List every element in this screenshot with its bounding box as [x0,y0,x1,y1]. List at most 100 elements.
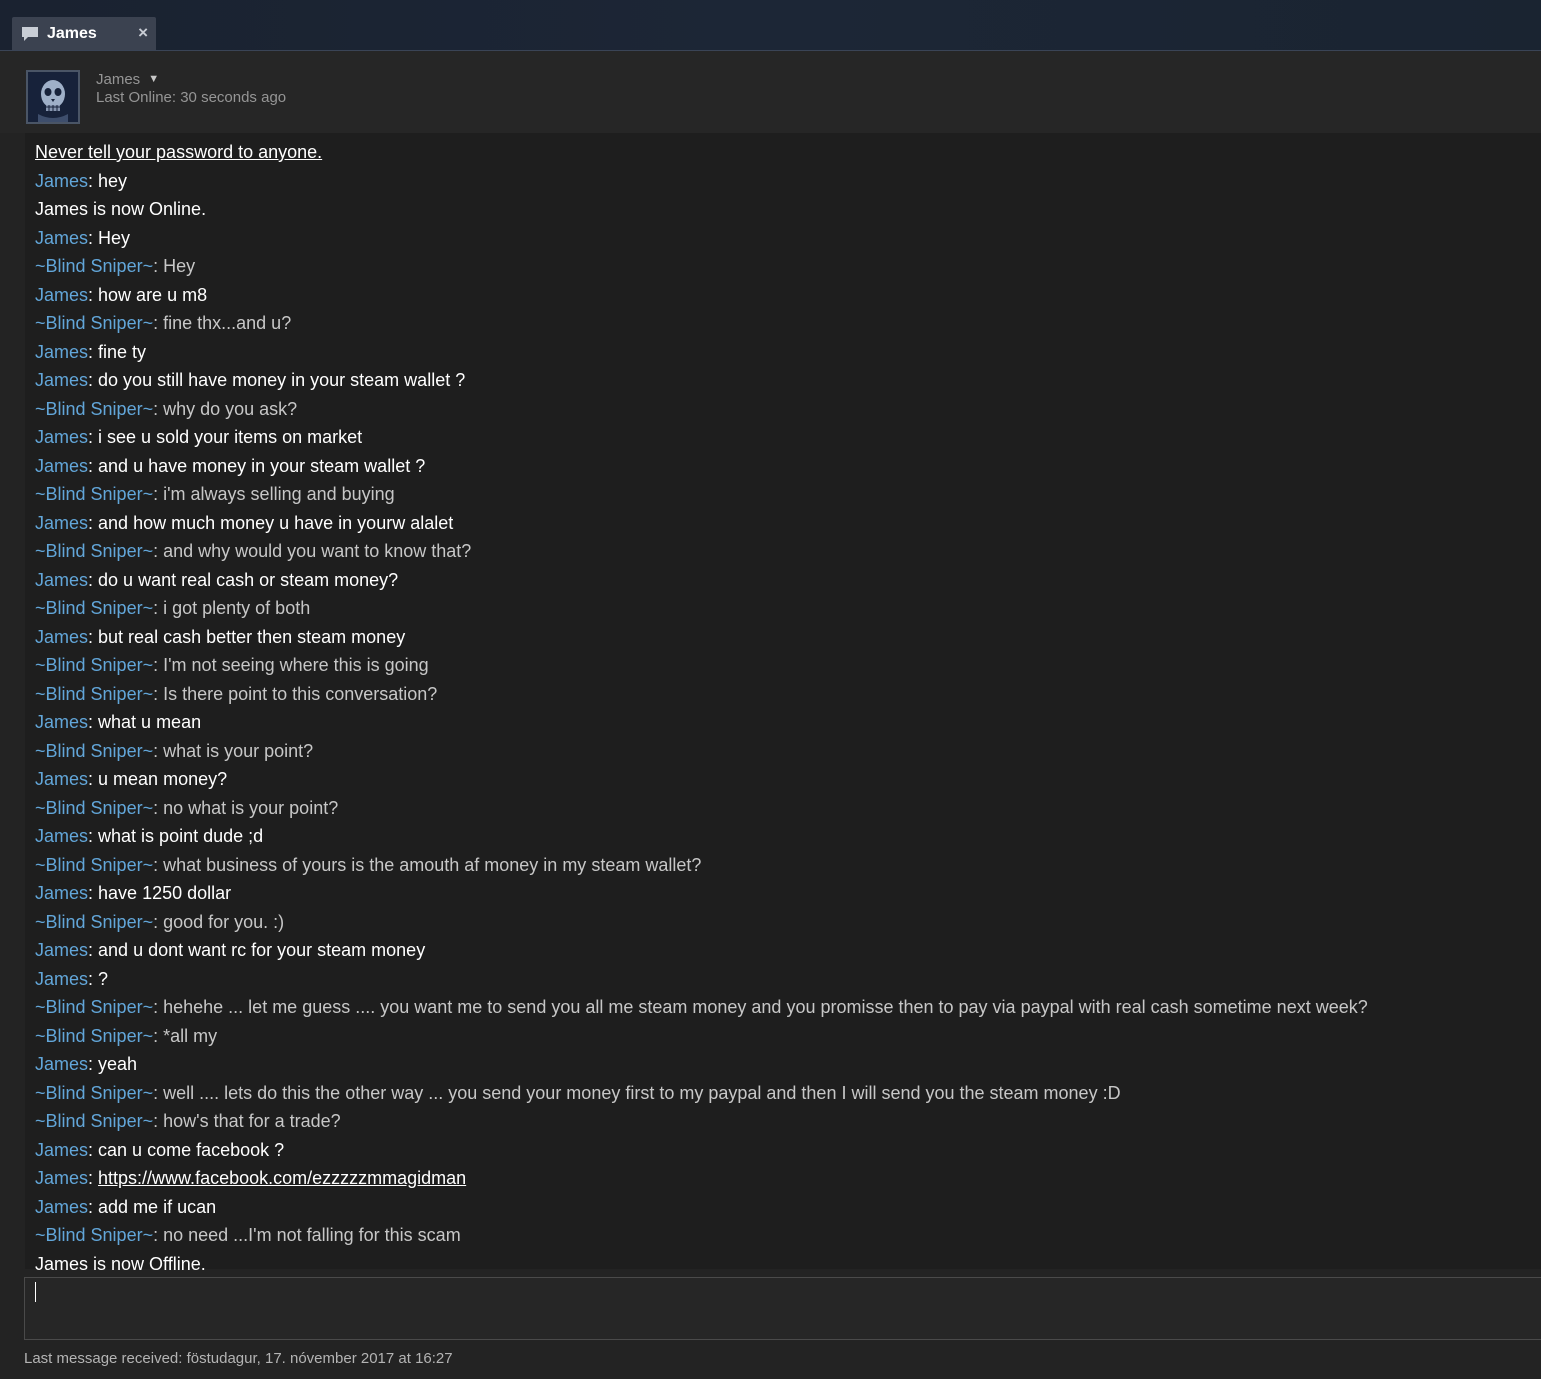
message-sender[interactable]: James [35,883,88,903]
message-text: I'm not seeing where this is going [163,655,429,675]
message-sender[interactable]: ~Blind Sniper~ [35,741,153,761]
system-message: James is now Offline. [35,1253,206,1274]
message-sender[interactable]: James [35,1168,88,1188]
chat-message: ~Blind Sniper~: why do you ask? [35,398,298,419]
chat-message: ~Blind Sniper~: i'm always selling and b… [35,484,395,504]
chat-message: James: https://www.facebook.com/ezzzzzmm… [35,1168,467,1188]
message-text: no what is your point? [163,797,339,818]
chat-message: James: do u want real cash or steam mone… [35,569,399,590]
skull-avatar-icon[interactable] [26,70,80,124]
message-link[interactable]: https://www.facebook.com/ezzzzzmmagidman [98,1168,466,1188]
message-text: what u mean [98,712,202,732]
friend-header: James ▼ Last Online: 30 seconds ago [0,51,1541,133]
message-sender[interactable]: James [35,826,88,846]
tab-label: James [47,24,97,42]
chat-log[interactable]: Never tell your password to anyone. Jame… [25,133,1541,1274]
message-text: how's that for a trade? [163,1111,341,1131]
chat-bubble-icon [21,25,41,43]
message-text: ? [98,968,109,989]
message-text: do you still have money in your steam wa… [98,370,466,390]
message-text: why do you ask? [163,398,298,419]
message-input[interactable] [24,1277,1541,1340]
message-text: and why would you want to know that? [163,541,472,561]
chat-message: James: hey [35,170,128,191]
message-sender[interactable]: ~Blind Sniper~ [35,1111,153,1131]
message-sender[interactable]: James [35,228,88,248]
chat-message: James: add me if ucan [35,1196,217,1217]
message-sender[interactable]: James [35,513,88,533]
message-sender[interactable]: James [35,285,88,305]
message-sender[interactable]: James [35,342,88,362]
message-sender[interactable]: ~Blind Sniper~ [35,1083,153,1103]
message-text: yeah [98,1054,138,1074]
window-titlebar: James × [0,0,1541,51]
chat-message: ~Blind Sniper~: *all my [35,1025,218,1046]
chat-message: ~Blind Sniper~: Is there point to this c… [35,683,438,704]
message-sender[interactable]: ~Blind Sniper~ [35,313,153,333]
message-sender[interactable]: James [35,570,88,590]
message-text: i'm always selling and buying [163,484,395,504]
message-text: Is there point to this conversation? [163,683,438,704]
message-sender[interactable]: ~Blind Sniper~ [35,598,153,618]
chat-message: James: and how much money u have in your… [35,512,454,533]
chat-message: ~Blind Sniper~: good for you. :) [35,911,285,932]
message-sender[interactable]: ~Blind Sniper~ [35,1225,153,1245]
message-sender[interactable]: ~Blind Sniper~ [35,256,153,276]
message-sender[interactable]: James [35,1140,88,1160]
message-sender[interactable]: ~Blind Sniper~ [35,997,153,1017]
chat-message: ~Blind Sniper~: how's that for a trade? [35,1111,341,1131]
message-sender[interactable]: James [35,370,88,390]
message-sender[interactable]: James [35,1054,88,1074]
message-text: can u come facebook ? [98,1139,285,1160]
message-sender[interactable]: James [35,969,88,989]
chat-message: James: i see u sold your items on market [35,427,363,447]
message-sender[interactable]: James [35,456,88,476]
message-text: what business of yours is the amouth af … [163,854,702,875]
chat-message: James: fine ty [35,341,147,362]
close-icon[interactable]: × [138,23,148,43]
message-sender[interactable]: James [35,1197,88,1217]
message-sender[interactable]: James [35,171,88,191]
message-sender[interactable]: ~Blind Sniper~ [35,655,153,675]
chat-message: James: and u have money in your steam wa… [35,455,426,476]
message-text: hey [98,170,128,191]
message-sender[interactable]: ~Blind Sniper~ [35,684,153,704]
chat-message: ~Blind Sniper~: well .... lets do this t… [35,1082,1121,1103]
message-sender[interactable]: ~Blind Sniper~ [35,912,153,932]
message-sender[interactable]: ~Blind Sniper~ [35,399,153,419]
friend-name-dropdown[interactable]: James ▼ [96,71,159,88]
message-sender[interactable]: ~Blind Sniper~ [35,541,153,561]
message-text: and u have money in your steam wallet ? [98,455,426,476]
chat-tab-james[interactable]: James × [12,17,156,50]
message-text: *all my [163,1025,218,1046]
friend-last-online: Last Online: 30 seconds ago [96,89,287,106]
message-text: fine ty [98,341,147,362]
message-sender[interactable]: James [35,940,88,960]
chat-message: James: ? [35,968,109,989]
chat-message: James: what u mean [35,712,202,732]
chat-message: James: can u come facebook ? [35,1139,285,1160]
message-sender[interactable]: ~Blind Sniper~ [35,855,153,875]
chat-message: James: u mean money? [35,769,228,789]
message-text: fine thx...and u? [163,313,292,333]
message-text: and u dont want rc for your steam money [98,940,426,960]
message-sender[interactable]: James [35,712,88,732]
message-text: and how much money u have in yourw alale… [98,512,454,533]
system-message: James is now Online. [35,199,207,219]
message-text: good for you. :) [163,911,285,932]
message-text: i see u sold your items on market [98,427,363,447]
message-sender[interactable]: ~Blind Sniper~ [35,1026,153,1046]
message-text: what is your point? [163,740,314,761]
message-sender[interactable]: ~Blind Sniper~ [35,798,153,818]
password-warning[interactable]: Never tell your password to anyone. [35,138,1541,167]
message-text: no need ...I'm not falling for this scam [163,1225,461,1245]
text-cursor [35,1282,36,1302]
chat-message: James: do you still have money in your s… [35,370,466,390]
message-sender[interactable]: James [35,769,88,789]
message-sender[interactable]: James [35,427,88,447]
chat-message: James: how are u m8 [35,284,208,305]
friend-name: James [96,71,141,88]
message-sender[interactable]: ~Blind Sniper~ [35,484,153,504]
message-text: but real cash better then steam money [98,626,406,647]
message-sender[interactable]: James [35,627,88,647]
